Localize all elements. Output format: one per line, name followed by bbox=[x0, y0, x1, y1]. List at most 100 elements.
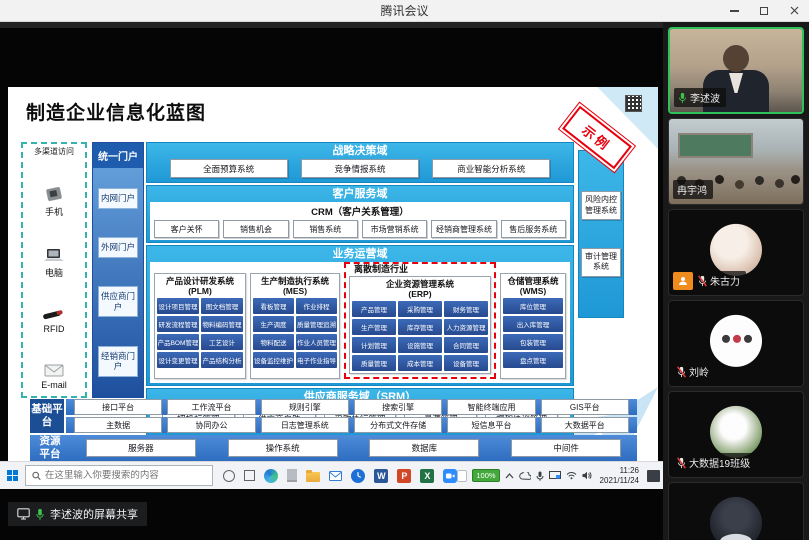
base-platform-label: 基础平台 bbox=[30, 399, 64, 433]
participant-tile-liuling[interactable]: 刘岭 bbox=[668, 300, 804, 387]
domain-title: 业务运营域 bbox=[149, 247, 571, 262]
participant-name-tag: 刘岭 bbox=[673, 362, 715, 381]
platform-box: 工作流平台 bbox=[167, 399, 255, 415]
maximize-button[interactable] bbox=[749, 0, 779, 21]
base-platform-row-2: 主数据协同办公日志管理系统分布式文件存储短信息平台大数据平台 bbox=[66, 417, 637, 433]
module-box: 物料配送 bbox=[253, 334, 294, 350]
display-cast-icon[interactable] bbox=[549, 471, 561, 480]
erp-title: 企业资源管理系统 (ERP) bbox=[352, 279, 488, 299]
participant-avatar bbox=[710, 405, 762, 457]
volume-icon[interactable] bbox=[582, 471, 592, 480]
module-box: 包装管理 bbox=[503, 334, 563, 350]
tray-expand-icon[interactable] bbox=[505, 473, 514, 479]
tencent-meeting-window: 腾讯会议 制造企业信息化蓝图 示例 多渠道访问 手机 bbox=[0, 0, 809, 540]
clock-date: 2021/11/24 bbox=[600, 476, 639, 486]
participant-name-tag: 朱古力 bbox=[694, 271, 746, 290]
system-box: 市场营销系统 bbox=[362, 220, 427, 238]
shared-window-strip bbox=[0, 22, 663, 28]
participant-name: 冉宇鸿 bbox=[677, 182, 707, 197]
minimize-button[interactable] bbox=[719, 0, 749, 21]
base-platform: 基础平台 接口平台工作流平台规则引擎搜索引擎智能终端应用GIS平台 主数据协同办… bbox=[30, 399, 637, 433]
clock-app-icon[interactable] bbox=[351, 469, 365, 483]
participant-tile-bigdata-class[interactable]: 大数据19班级 bbox=[668, 391, 804, 478]
module-box: 质量管理追溯 bbox=[296, 316, 337, 332]
platform-box: 主数据 bbox=[74, 417, 162, 433]
network-icon[interactable] bbox=[566, 471, 577, 480]
taskbar-search[interactable] bbox=[25, 465, 214, 486]
mic-on-icon bbox=[35, 508, 45, 521]
module-box: 工艺设计 bbox=[201, 334, 243, 350]
search-input[interactable] bbox=[45, 470, 206, 481]
module-box: 产品管理 bbox=[352, 301, 396, 317]
platform-box: 大数据平台 bbox=[541, 417, 629, 433]
plm-card: 产品设计研发系统 (PLM) 设计项目管理图文档管理研发流程管理物料编码管理产品… bbox=[154, 273, 246, 379]
task-view-icon[interactable] bbox=[244, 470, 255, 481]
participant-tile-wuchengliang[interactable]: 吴澄亮 bbox=[668, 482, 804, 540]
document-app-icon[interactable] bbox=[287, 469, 297, 482]
module-box: 人力资源管理 bbox=[444, 319, 488, 335]
cortana-icon[interactable] bbox=[223, 470, 235, 482]
share-banner-text: 李述波的屏幕共享 bbox=[50, 506, 138, 522]
domain-title: 战略决策域 bbox=[149, 144, 571, 159]
strategy-systems: 全面预算系统竞争情报系统商业智能分析系统 bbox=[149, 159, 571, 180]
channel-label: 手机 bbox=[45, 205, 63, 218]
system-box: 售后服务系统 bbox=[501, 220, 566, 238]
portal-header: 统一门户 bbox=[93, 143, 143, 168]
portal-item: 经销商门户 bbox=[98, 346, 138, 377]
laptop-icon bbox=[41, 248, 67, 264]
file-explorer-icon[interactable] bbox=[306, 472, 320, 482]
domain-title: 客户服务域 bbox=[149, 187, 571, 202]
participant-tile-speaker[interactable]: 李述波 bbox=[668, 27, 804, 114]
window-title: 腾讯会议 bbox=[0, 2, 809, 19]
governance-system-box: 风险内控管理系统 bbox=[581, 191, 621, 220]
module-box: 设备监控维护 bbox=[253, 352, 294, 368]
platform-box: 服务器 bbox=[86, 439, 196, 457]
mobile-phone-icon bbox=[42, 186, 66, 203]
mail-app-icon[interactable] bbox=[329, 471, 342, 481]
module-box: 库存管理 bbox=[398, 319, 442, 335]
screen-share-banner: 李述波的屏幕共享 bbox=[8, 502, 147, 526]
system-box: 销售机会 bbox=[223, 220, 288, 238]
window-titlebar[interactable]: 腾讯会议 bbox=[0, 0, 809, 22]
business-panel: 离散制造行业 产品设计研发系统 (PLM) 设计项目管理图文档管理研发流程管理物… bbox=[150, 262, 570, 383]
tencent-meeting-app-icon[interactable] bbox=[443, 469, 457, 483]
notification-center-icon[interactable] bbox=[647, 470, 660, 482]
participant-name-tag: 大数据19班级 bbox=[673, 453, 756, 472]
shared-screen-region: 制造企业信息化蓝图 示例 多渠道访问 手机 电脑 RFID bbox=[0, 22, 663, 540]
word-app-icon[interactable]: W bbox=[374, 469, 388, 483]
access-channels-box: 多渠道访问 手机 电脑 RFID E-mail bbox=[21, 142, 87, 398]
mes-modules: 看板管理作业排程生产调度质量管理追溯物料配送作业人员管理设备监控维护电子作业指导 bbox=[253, 298, 337, 368]
module-box: 采购管理 bbox=[398, 301, 442, 317]
module-box: 图文档管理 bbox=[201, 298, 243, 314]
close-button[interactable] bbox=[779, 0, 809, 21]
tray-mic-icon[interactable] bbox=[536, 471, 544, 481]
excel-app-icon[interactable]: X bbox=[420, 469, 434, 483]
platform-box: 操作系统 bbox=[228, 439, 338, 457]
platform-box: 中间件 bbox=[511, 439, 621, 457]
participant-tile-classroom[interactable]: 冉宇鸿 bbox=[668, 118, 804, 205]
input-method-icon[interactable] bbox=[457, 470, 467, 482]
battery-indicator[interactable]: 100% bbox=[472, 469, 499, 482]
channel-rfid: RFID bbox=[41, 308, 67, 334]
system-box: 客户关怀 bbox=[154, 220, 219, 238]
channel-label: E-mail bbox=[41, 380, 67, 390]
erp-card: 企业资源管理系统 (ERP) 产品管理采购管理财务管理生产管理库存管理人力资源管… bbox=[349, 276, 491, 374]
channel-mobile: 手机 bbox=[42, 186, 66, 218]
plm-modules: 设计项目管理图文档管理研发流程管理物料编码管理产品BOM管理工艺设计设计变更管理… bbox=[157, 298, 243, 368]
start-button[interactable] bbox=[0, 470, 25, 481]
participant-avatar bbox=[710, 496, 762, 540]
member-badge bbox=[673, 272, 693, 290]
onedrive-icon[interactable] bbox=[519, 472, 531, 480]
module-box: 生产调度 bbox=[253, 316, 294, 332]
powerpoint-app-icon[interactable]: P bbox=[397, 469, 411, 483]
module-box: 研发流程管理 bbox=[157, 316, 199, 332]
portal-item: 外网门户 bbox=[98, 237, 138, 258]
edge-browser-icon[interactable] bbox=[264, 469, 278, 483]
plm-title: 产品设计研发系统 (PLM) bbox=[157, 276, 243, 296]
participant-name: 大数据19班级 bbox=[689, 455, 750, 470]
governance-column: 风险内控管理系统审计管理系统 bbox=[578, 150, 624, 318]
participants-sidebar: 李述波 冉宇鸿 朱古力 刘岭 bbox=[663, 22, 809, 540]
channel-label: RFID bbox=[44, 324, 65, 334]
participant-tile-zhuguli[interactable]: 朱古力 bbox=[668, 209, 804, 296]
taskbar-clock[interactable]: 11:26 2021/11/24 bbox=[600, 466, 639, 486]
